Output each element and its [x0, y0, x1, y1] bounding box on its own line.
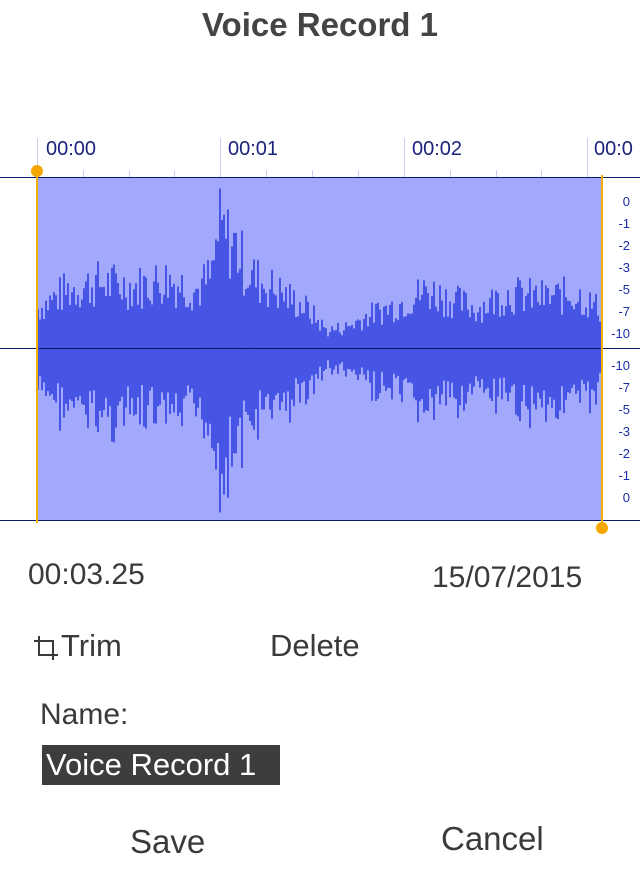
db-label: -10 — [611, 358, 630, 373]
timeline-major-tick — [220, 138, 221, 180]
timeline-tick-label: 00:00 — [46, 138, 97, 160]
name-label: Name: — [40, 698, 129, 731]
db-label: -2 — [618, 238, 630, 253]
timeline-tick-label: 00:01 — [228, 138, 279, 160]
db-label: -3 — [618, 260, 630, 275]
trim-end-marker[interactable] — [601, 175, 603, 523]
record-date: 15/07/2015 — [432, 561, 583, 594]
db-label: 0 — [622, 490, 630, 505]
waveform-editor[interactable]: 0 -1 -2 -3 -5 -7 -10 -10 -7 -5 -3 -2 -1 … — [0, 165, 640, 534]
crop-icon — [33, 633, 59, 660]
waveform — [37, 188, 601, 513]
db-label: -5 — [618, 402, 630, 417]
db-label: -5 — [618, 282, 630, 297]
name-input[interactable] — [42, 745, 280, 785]
db-label: -3 — [618, 424, 630, 439]
save-button[interactable]: Save — [130, 823, 205, 861]
db-label: -10 — [611, 326, 630, 341]
db-label: -1 — [618, 216, 630, 231]
page-title: Voice Record 1 — [202, 6, 438, 43]
waveform-top-border — [0, 177, 640, 178]
timeline-ruler[interactable]: 00:00 00:01 00:02 00:0 — [0, 138, 640, 180]
trim-label: Trim — [61, 628, 122, 663]
delete-button[interactable]: Delete — [270, 628, 360, 664]
cancel-button[interactable]: Cancel — [441, 820, 544, 858]
trim-start-handle[interactable] — [31, 165, 43, 177]
db-label: -7 — [618, 304, 630, 319]
timeline-major-tick — [587, 138, 588, 180]
timeline-tick-label: 00:0 — [594, 138, 633, 160]
db-label: 0 — [622, 194, 630, 209]
db-label: -2 — [618, 446, 630, 461]
timeline-tick-label: 00:02 — [412, 138, 463, 160]
waveform-bottom-border — [0, 520, 640, 521]
record-duration: 00:03.25 — [28, 558, 145, 591]
trim-start-marker[interactable] — [36, 175, 38, 523]
db-label: -1 — [618, 468, 630, 483]
timeline-major-tick — [404, 138, 405, 180]
trim-button[interactable]: Trim — [33, 628, 122, 664]
delete-label: Delete — [270, 628, 360, 663]
waveform-center-line — [0, 348, 640, 349]
db-label: -7 — [618, 380, 630, 395]
trim-end-handle[interactable] — [596, 522, 608, 534]
db-scale: 0 -1 -2 -3 -5 -7 -10 -10 -7 -5 -3 -2 -1 … — [605, 175, 640, 523]
